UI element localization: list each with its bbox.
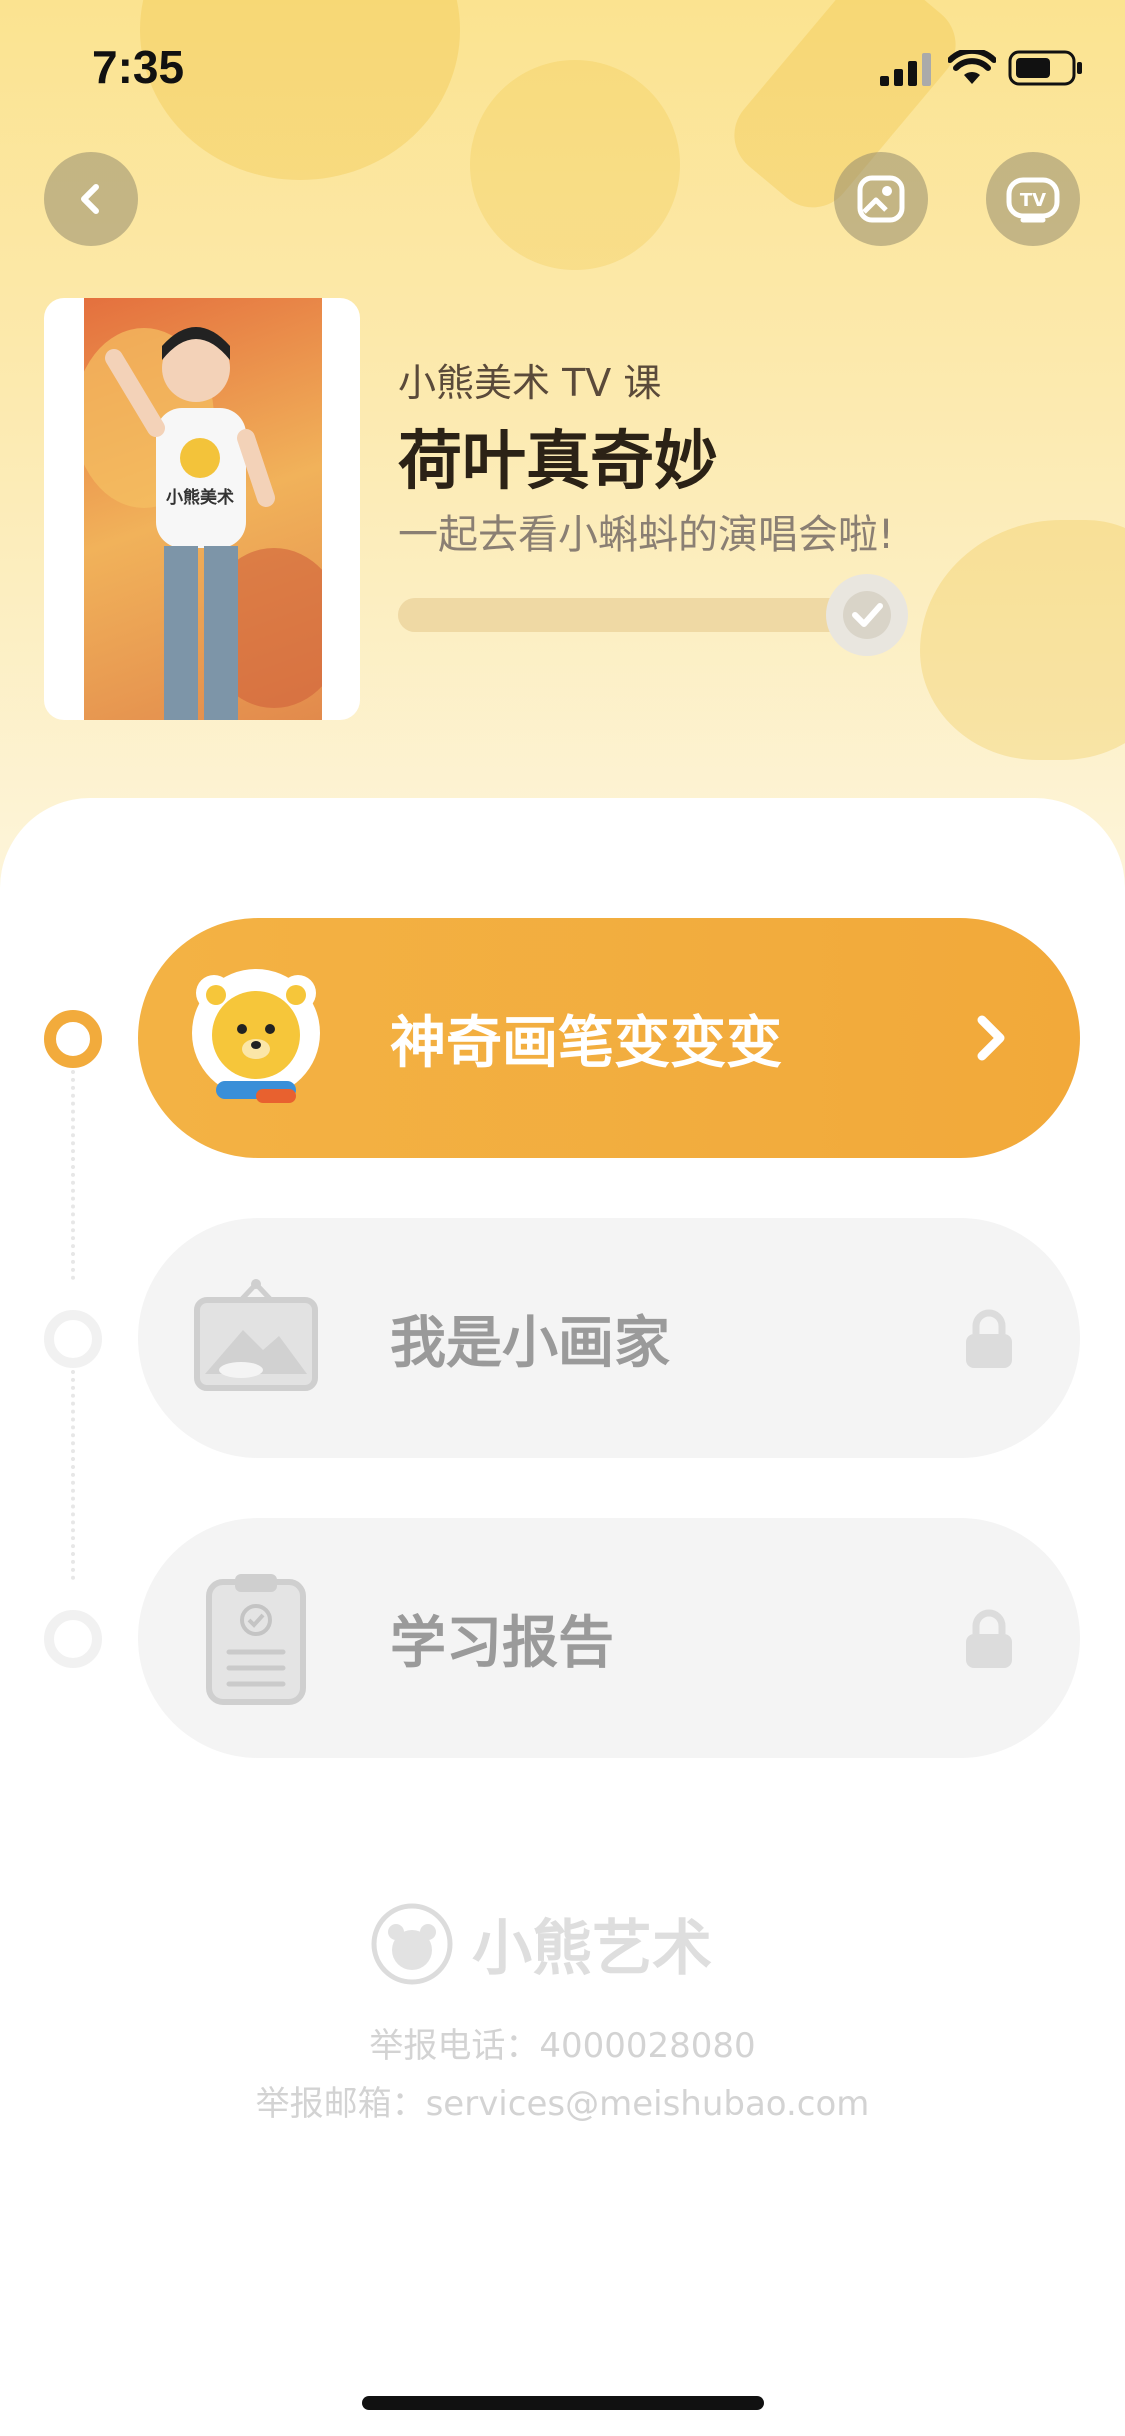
picture-frame-icon [186, 1263, 326, 1413]
course-title: 荷叶真奇妙 [398, 425, 718, 499]
status-bar: 7:35 [0, 0, 1125, 140]
shirt-logo-text: 小熊美术 [166, 487, 234, 508]
timeline-dot-locked [44, 1610, 102, 1668]
course-thumbnail: 小熊美术 [44, 298, 360, 720]
status-time: 7:35 [92, 41, 185, 93]
lock-icon [966, 1609, 1012, 1668]
battery-icon [1008, 50, 1082, 86]
thumbnail-image: 小熊美术 [74, 298, 344, 720]
bear-mascot-icon [186, 963, 326, 1113]
tv-icon-label: TV [1020, 190, 1046, 211]
back-button[interactable] [44, 152, 138, 246]
chevron-right-icon [977, 1015, 1005, 1061]
course-progress-fill [398, 598, 858, 632]
progress-complete-badge [826, 574, 908, 656]
footer-phone: 举报电话：4000028080 [369, 2026, 756, 2066]
check-icon [843, 591, 891, 639]
bear-logo-icon [371, 1903, 453, 1984]
chevron-left-icon [81, 184, 99, 214]
step-label: 我是小画家 [390, 1310, 670, 1376]
clipboard-icon [186, 1563, 326, 1713]
course-description: 一起去看小蝌蚪的演唱会啦! [398, 512, 895, 558]
home-indicator [362, 2396, 764, 2410]
gallery-icon [857, 175, 905, 223]
course-subtitle: 小熊美术 TV 课 [398, 361, 662, 405]
wifi-icon [948, 50, 996, 84]
timeline-connector [71, 1370, 75, 1580]
step-little-painter-button[interactable]: 我是小画家 [138, 1218, 1080, 1458]
decorative-leaf [920, 520, 1125, 760]
tv-icon: TV [1006, 177, 1060, 223]
footer-brand-name: 小熊艺术 [472, 1914, 712, 1984]
signal-icon [880, 53, 931, 86]
step-label: 学习报告 [390, 1610, 614, 1676]
teacher-illustration: 小熊美术 [74, 327, 344, 720]
gallery-button[interactable] [834, 152, 928, 246]
step-learning-report-button[interactable]: 学习报告 [138, 1518, 1080, 1758]
step-magic-brush-button[interactable]: 神奇画笔变变变 [138, 918, 1080, 1158]
footer-brand-logo: 小熊艺术 [370, 1900, 712, 1987]
timeline-dot-locked [44, 1310, 102, 1368]
lock-icon [966, 1309, 1012, 1368]
tv-button[interactable]: TV [986, 152, 1080, 246]
step-label: 神奇画笔变变变 [390, 1010, 782, 1076]
timeline-dot-active [44, 1010, 102, 1068]
footer-email: 举报邮箱：services@meishubao.com [255, 2084, 870, 2124]
course-progress-bar [398, 598, 858, 632]
timeline-connector [71, 1070, 75, 1280]
